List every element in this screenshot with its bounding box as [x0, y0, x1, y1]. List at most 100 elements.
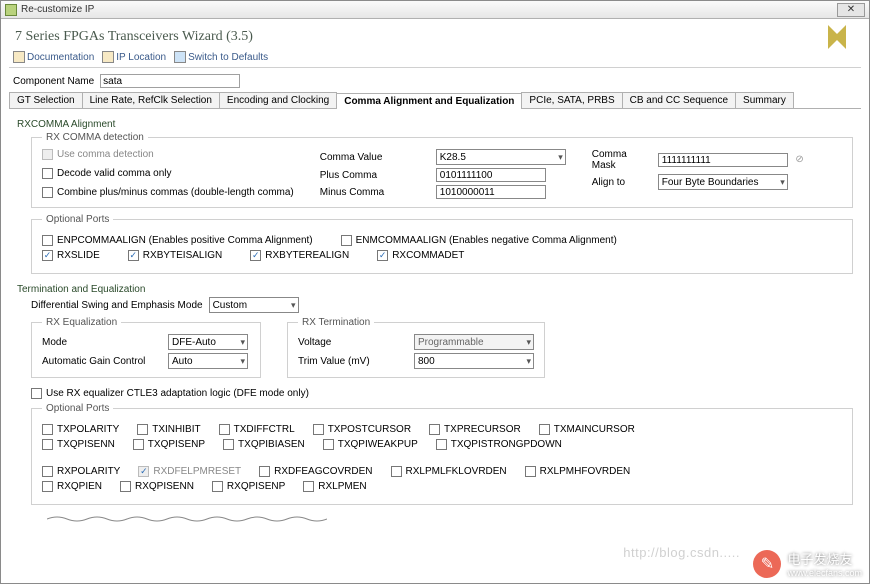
minus-comma-label: Minus Comma [320, 187, 430, 198]
rxdfelpmreset-checkbox[interactable]: RXDFELPMRESET [138, 466, 241, 477]
window-title: Re-customize IP [21, 4, 837, 15]
rx-comma-detection-fieldset: RX COMMA detection Use comma detection D… [31, 132, 853, 208]
use-comma-detection-checkbox[interactable]: Use comma detection [42, 149, 294, 160]
optional-ports-comma-fieldset: Optional Ports ENPCOMMAALIGN (Enables po… [31, 214, 853, 274]
enmcommaalign-checkbox[interactable]: ENMCOMMAALIGN (Enables negative Comma Al… [341, 235, 617, 246]
txqpisenn-checkbox[interactable]: TXQPISENN [42, 439, 115, 450]
rxlpmlfklovrden-checkbox[interactable]: RXLPMLFKLOVRDEN [391, 466, 507, 477]
swing-mode-select[interactable]: Custom [209, 297, 299, 313]
comma-mask-label: Comma Mask [592, 149, 652, 171]
tab-gt-selection[interactable]: GT Selection [9, 92, 83, 108]
tabs: GT Selection Line Rate, RefClk Selection… [9, 92, 861, 109]
component-name-label: Component Name [13, 76, 94, 87]
txqpisenp-checkbox[interactable]: TXQPISENP [133, 439, 205, 450]
rx-term-legend: RX Termination [298, 317, 374, 328]
txinhibit-checkbox[interactable]: TXINHIBIT [137, 424, 200, 435]
header: 7 Series FPGAs Transceivers Wizard (3.5) [1, 19, 869, 49]
trim-select[interactable]: 800 [414, 353, 534, 369]
termeq-group-title: Termination and Equalization [17, 284, 853, 295]
txqpistrongpdown-checkbox[interactable]: TXQPISTRONGPDOWN [436, 439, 562, 450]
rxpolarity-checkbox[interactable]: RXPOLARITY [42, 466, 120, 477]
rxqpien-checkbox[interactable]: RXQPIEN [42, 481, 102, 492]
txprecursor-checkbox[interactable]: TXPRECURSOR [429, 424, 521, 435]
minus-comma-input[interactable] [436, 185, 546, 199]
plus-comma-label: Plus Comma [320, 170, 430, 181]
rx-comma-detection-legend: RX COMMA detection [42, 132, 148, 143]
toolbar: Documentation IP Location Switch to Defa… [1, 49, 869, 65]
rxbyterealign-checkbox[interactable]: RXBYTEREALIGN [250, 250, 349, 261]
rxdfeagcovrden-checkbox[interactable]: RXDFEAGCOVRDEN [259, 466, 372, 477]
plus-comma-input[interactable] [436, 168, 546, 182]
clear-icon[interactable]: ⊘ [795, 154, 803, 165]
tab-comma-alignment[interactable]: Comma Alignment and Equalization [336, 93, 522, 109]
rx-termination-fieldset: RX Termination Voltage Programmable Trim… [287, 317, 545, 378]
url-watermark: http://blog.csdn..... [623, 545, 740, 560]
comma-mask-input[interactable] [658, 153, 788, 167]
content: RXCOMMA Alignment RX COMMA detection Use… [1, 109, 869, 583]
switch-defaults-label: Switch to Defaults [188, 52, 268, 63]
tab-line-rate[interactable]: Line Rate, RefClk Selection [82, 92, 220, 108]
rx-ports-row1: RXPOLARITY RXDFELPMRESET RXDFEAGCOVRDEN … [42, 466, 842, 477]
txqpibiasen-checkbox[interactable]: TXQPIBIASEN [223, 439, 305, 450]
txmaincursor-checkbox[interactable]: TXMAINCURSOR [539, 424, 635, 435]
rxqpisenn-checkbox[interactable]: RXQPISENN [120, 481, 194, 492]
rxqpisenp-checkbox[interactable]: RXQPISENP [212, 481, 285, 492]
voltage-select[interactable]: Programmable [414, 334, 534, 350]
doc-icon [13, 51, 25, 63]
optional-ports-termeq-fieldset: Optional Ports TXPOLARITY TXINHIBIT TXDI… [31, 403, 853, 505]
tab-encoding[interactable]: Encoding and Clocking [219, 92, 337, 108]
window-icon [5, 4, 17, 16]
component-name-row: Component Name [1, 70, 869, 92]
tab-pcie-sata[interactable]: PCIe, SATA, PRBS [521, 92, 622, 108]
ip-location-link[interactable]: IP Location [102, 51, 166, 63]
rxslide-checkbox[interactable]: RXSLIDE [42, 250, 100, 261]
rx-equalization-fieldset: RX Equalization Mode DFE-Auto Automatic … [31, 317, 261, 378]
refresh-icon [174, 51, 186, 63]
use-comma-label: Use comma detection [57, 149, 154, 160]
combine-commas-checkbox[interactable]: Combine plus/minus commas (double-length… [42, 187, 294, 198]
switch-defaults-link[interactable]: Switch to Defaults [174, 51, 268, 63]
rxbyteisalign-checkbox[interactable]: RXBYTEISALIGN [128, 250, 222, 261]
tab-summary[interactable]: Summary [735, 92, 794, 108]
enpcommaalign-checkbox[interactable]: ENPCOMMAALIGN (Enables positive Comma Al… [42, 235, 313, 246]
brand-icon: ✎ [753, 550, 781, 578]
comma-value-select[interactable]: K28.5 [436, 149, 566, 165]
align-to-label: Align to [592, 177, 652, 188]
documentation-label: Documentation [27, 52, 94, 63]
align-to-select[interactable]: Four Byte Boundaries [658, 174, 788, 190]
rx-eq-legend: RX Equalization [42, 317, 121, 328]
mode-label: Mode [42, 337, 162, 348]
rxlpmhfovrden-checkbox[interactable]: RXLPMHFOVRDEN [525, 466, 631, 477]
combine-label: Combine plus/minus commas (double-length… [57, 187, 294, 198]
decode-valid-comma-checkbox[interactable]: Decode valid comma only [42, 168, 294, 179]
rxlpmen-checkbox[interactable]: RXLPMEN [303, 481, 366, 492]
swing-mode-label: Differential Swing and Emphasis Mode [31, 300, 203, 311]
component-name-input[interactable] [100, 74, 240, 88]
divider [9, 67, 861, 68]
agc-label: Automatic Gain Control [42, 356, 162, 367]
txpolarity-checkbox[interactable]: TXPOLARITY [42, 424, 119, 435]
wizard-title: 7 Series FPGAs Transceivers Wizard (3.5) [15, 29, 855, 45]
documentation-link[interactable]: Documentation [13, 51, 94, 63]
rxcommadet-checkbox[interactable]: RXCOMMADET [377, 250, 464, 261]
agc-select[interactable]: Auto [168, 353, 248, 369]
txqpiweakpup-checkbox[interactable]: TXQPIWEAKPUP [323, 439, 418, 450]
mode-select[interactable]: DFE-Auto [168, 334, 248, 350]
xilinx-logo-icon [822, 22, 852, 52]
comma-value-label: Comma Value [320, 152, 430, 163]
tab-cb-cc[interactable]: CB and CC Sequence [622, 92, 736, 108]
txdiffctrl-checkbox[interactable]: TXDIFFCTRL [219, 424, 295, 435]
txpostcursor-checkbox[interactable]: TXPOSTCURSOR [313, 424, 411, 435]
decode-valid-label: Decode valid comma only [57, 168, 172, 179]
rxcomma-group-title: RXCOMMA Alignment [17, 119, 853, 130]
rx-ports-row2: RXQPIEN RXQPISENN RXQPISENP RXLPMEN [42, 481, 842, 492]
titlebar: Re-customize IP ✕ [1, 1, 869, 19]
ip-location-label: IP Location [116, 52, 166, 63]
close-button[interactable]: ✕ [837, 3, 865, 17]
tx-ports-row2: TXQPISENN TXQPISENP TXQPIBIASEN TXQPIWEA… [42, 439, 842, 450]
ctle3-checkbox[interactable]: Use RX equalizer CTLE3 adaptation logic … [31, 388, 853, 399]
trim-label: Trim Value (mV) [298, 356, 408, 367]
brand-text: 电子发烧友 [787, 549, 862, 568]
tx-ports-row1: TXPOLARITY TXINHIBIT TXDIFFCTRL TXPOSTCU… [42, 424, 842, 435]
optional-ports-termeq-legend: Optional Ports [42, 403, 113, 414]
